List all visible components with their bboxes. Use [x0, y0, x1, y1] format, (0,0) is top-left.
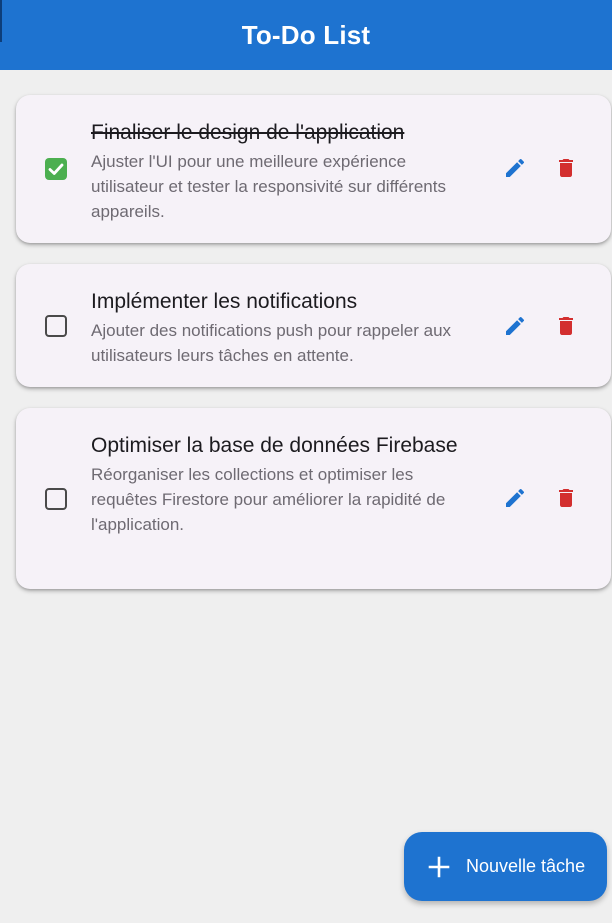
delete-button[interactable]: [551, 483, 581, 513]
pencil-icon: [506, 316, 525, 335]
task-description: Ajouter des notifications push pour rapp…: [91, 321, 452, 365]
pencil-icon: [506, 488, 525, 507]
new-task-label: Nouvelle tâche: [466, 856, 586, 876]
app-title: To-Do List: [241, 19, 371, 50]
check-icon: [48, 163, 64, 175]
task-title: Optimiser la base de données Firebase: [91, 434, 458, 457]
window-edge-strip: [0, 0, 2, 42]
task-card: Finaliser le design de l'application Aju…: [16, 95, 611, 243]
task-checkbox[interactable]: [45, 488, 67, 510]
edit-button[interactable]: [500, 311, 530, 341]
task-description: Réorganiser les collections et optimiser…: [91, 465, 446, 534]
trash-icon: [559, 489, 573, 507]
new-task-button[interactable]: Nouvelle tâche: [404, 832, 607, 901]
task-card: Optimiser la base de données Firebase Ré…: [16, 408, 611, 589]
task-title: Implémenter les notifications: [91, 290, 358, 313]
edit-button[interactable]: [500, 153, 530, 183]
edit-button[interactable]: [500, 483, 530, 513]
plus-icon: [428, 856, 450, 878]
delete-button[interactable]: [551, 153, 581, 183]
task-text: Optimiser la base de données Firebase Ré…: [91, 429, 481, 537]
task-description: Ajuster l'UI pour une meilleure expérien…: [91, 152, 446, 221]
task-card: Implémenter les notifications Ajouter de…: [16, 264, 611, 387]
task-checkbox[interactable]: [45, 158, 67, 180]
task-text: Finaliser le design de l'application Aju…: [91, 116, 481, 224]
delete-button[interactable]: [551, 311, 581, 341]
pencil-icon: [506, 158, 525, 177]
task-checkbox[interactable]: [45, 315, 67, 337]
app-bar: To-Do List: [0, 0, 612, 70]
task-title: Finaliser le design de l'application: [91, 121, 405, 144]
trash-icon: [559, 317, 573, 335]
trash-icon: [559, 159, 573, 177]
task-text: Implémenter les notifications Ajouter de…: [91, 285, 481, 368]
